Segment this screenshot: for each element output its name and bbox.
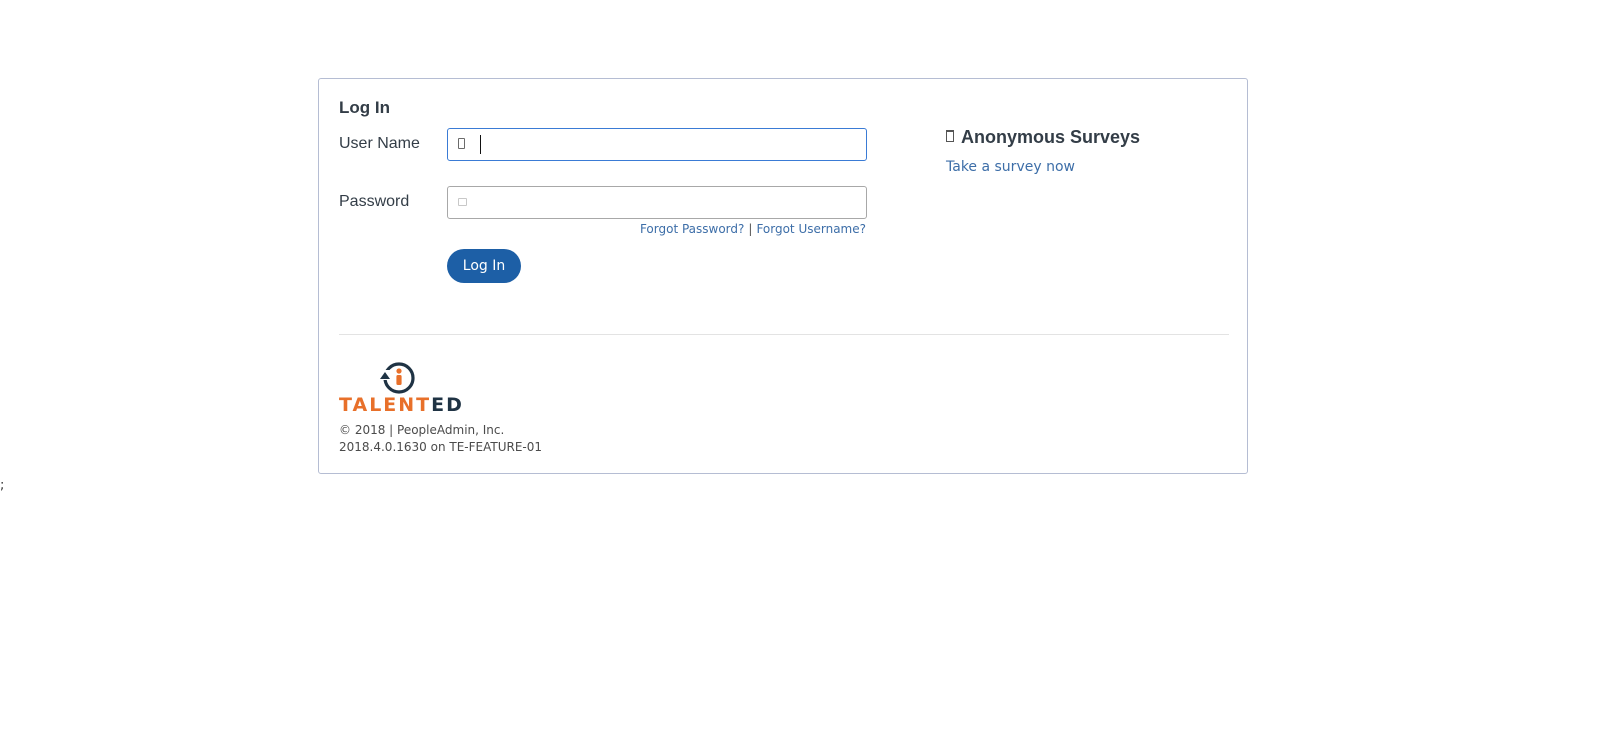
text-caret [480,135,481,154]
lock-icon [458,198,467,206]
anonymous-surveys-title: Anonymous Surveys [961,127,1141,147]
version-text: 2018.4.0.1630 on TE-FEATURE-01 [339,440,543,454]
user-icon [458,138,465,149]
forgot-password-link[interactable]: Forgot Password? [640,222,744,236]
forgot-username-link[interactable]: Forgot Username? [756,222,866,236]
talented-wordmark: TALENTED [339,394,464,416]
clipboard-icon [946,130,954,142]
login-panel: Log In User Name Password Forgot Passwor… [318,78,1248,474]
copyright-text: © 2018 | PeopleAdmin, Inc. [339,423,505,437]
login-button[interactable]: Log In [447,249,521,283]
password-input[interactable] [447,186,867,219]
username-label: User Name [339,135,420,152]
talented-logo-mark [380,362,415,394]
logo-talent: TALENT [339,394,432,416]
link-separator: | [748,222,753,236]
stray-semicolon: ; [0,478,5,493]
password-label: Password [339,193,410,210]
forgot-links: Forgot Password? | Forgot Username? [640,222,866,236]
divider [339,334,1229,335]
anonymous-surveys-heading: Anonymous Surveys [946,127,1140,148]
username-input[interactable] [447,128,867,161]
talented-logo: TALENTED [339,362,467,417]
take-survey-link[interactable]: Take a survey now [946,159,1075,175]
logo-ed: ED [431,394,464,416]
login-title: Log In [339,98,390,117]
